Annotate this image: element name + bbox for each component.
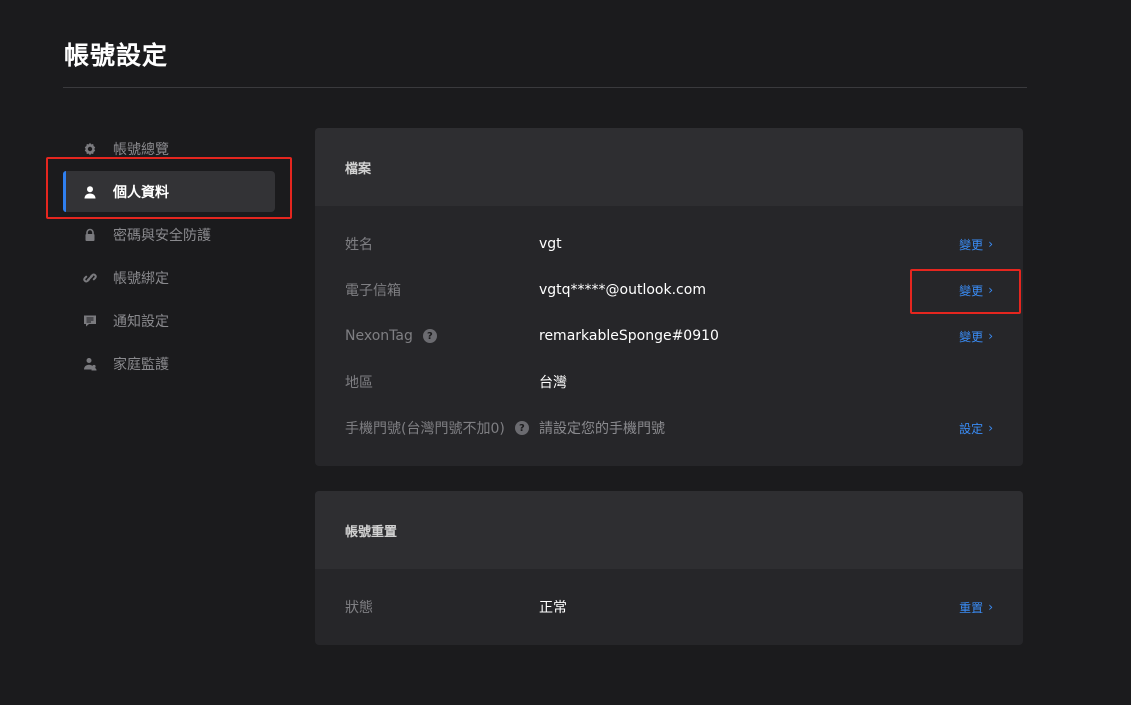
sidebar-item-overview[interactable]: 帳號總覽 [63,128,275,169]
sidebar-item-profile[interactable]: 個人資料 [63,171,275,212]
phone-label: 手機門號(台灣門號不加0) ? [345,418,529,438]
sidebar-item-label: 家庭監護 [113,356,169,373]
phone-value: 請設定您的手機門號 [539,421,665,437]
sidebar-item-family[interactable]: 家庭監護 [63,343,275,384]
nexontag-label: NexonTag ? [345,328,437,344]
status-value: 正常 [539,600,567,616]
name-value: vgt [539,236,562,252]
user-icon [83,185,97,199]
name-label: 姓名 [345,237,373,253]
sidebar-item-label: 帳號總覽 [113,141,169,158]
profile-row-nexontag: NexonTag ? remarkableSponge#0910 變更 › [315,313,1023,359]
page-title: 帳號設定 [64,41,169,70]
sidebar-item-label: 通知設定 [113,313,169,330]
sidebar-item-label: 帳號綁定 [113,270,169,287]
reset-card-header: 帳號重置 [315,491,1023,569]
reset-row-status: 狀態 正常 重置 › [315,584,1023,630]
set-phone-button[interactable]: 設定 › [959,420,993,437]
change-email-label: 變更 [959,283,984,298]
chevron-right-icon: › [988,421,993,435]
profile-row-email: 電子信箱 vgtq*****@outlook.com 變更 › [315,267,1023,313]
sidebar-item-notification[interactable]: 通知設定 [63,300,275,341]
sidebar-item-security[interactable]: 密碼與安全防護 [63,214,275,255]
profile-card-header: 檔案 [315,128,1023,206]
chevron-right-icon: › [988,283,993,297]
sidebar-item-label: 密碼與安全防護 [113,227,211,244]
sidebar-item-binding[interactable]: 帳號綁定 [63,257,275,298]
change-name-label: 變更 [959,237,984,252]
profile-row-name: 姓名 vgt 變更 › [315,221,1023,267]
title-divider [63,87,1027,88]
chevron-right-icon: › [988,237,993,251]
help-icon[interactable]: ? [422,329,437,343]
change-name-button[interactable]: 變更 › [959,236,993,253]
email-value: vgtq*****@outlook.com [539,282,706,298]
help-icon[interactable]: ? [514,421,529,435]
message-icon [83,314,97,328]
reset-label: 重置 [959,600,984,615]
set-phone-label: 設定 [959,421,984,436]
phone-label-text: 手機門號(台灣門號不加0) [345,421,505,437]
change-nexontag-button[interactable]: 變更 › [959,328,993,345]
change-email-button[interactable]: 變更 › [959,282,993,299]
profile-row-phone: 手機門號(台灣門號不加0) ? 請設定您的手機門號 設定 › [315,405,1023,451]
nexontag-value: remarkableSponge#0910 [539,328,719,344]
change-nexontag-label: 變更 [959,329,984,344]
gear-icon [83,142,97,156]
sidebar-item-label: 個人資料 [113,184,169,201]
family-icon [83,357,97,371]
region-value: 台灣 [539,375,567,391]
sidebar: 帳號總覽 個人資料 密碼與安全防護 帳號綁定 通知設定 家庭監護 [63,128,275,386]
profile-card: 檔案 姓名 vgt 變更 › 電子信箱 vgtq*****@outlook.co… [315,128,1023,466]
chevron-right-icon: › [988,600,993,614]
reset-card: 帳號重置 狀態 正常 重置 › [315,491,1023,645]
nexontag-label-text: NexonTag [345,328,413,344]
reset-button[interactable]: 重置 › [959,599,993,616]
profile-row-region: 地區 台灣 [315,359,1023,405]
link-icon [83,271,97,285]
region-label: 地區 [345,375,373,391]
chevron-right-icon: › [988,329,993,343]
status-label: 狀態 [345,600,373,616]
email-label: 電子信箱 [345,283,401,299]
lock-icon [83,228,97,242]
